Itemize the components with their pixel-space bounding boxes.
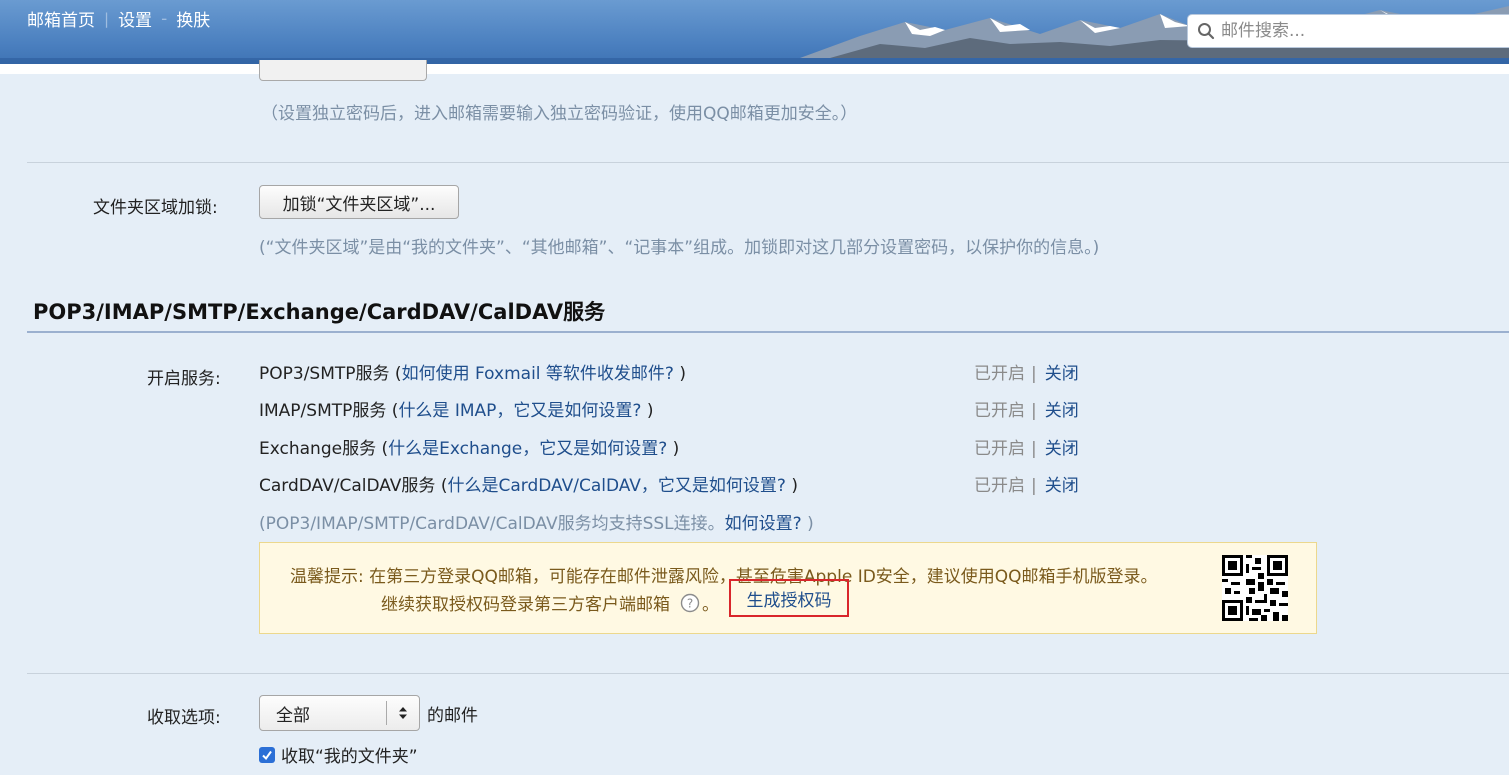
status-separator: |	[1031, 401, 1037, 421]
services-section-title: POP3/IMAP/SMTP/Exchange/CardDAV/CalDAV服务	[33, 300, 606, 324]
set-password-button[interactable]	[259, 60, 427, 81]
tip-authcode-text: 继续获取授权码登录第三方客户端邮箱	[381, 595, 670, 615]
nav-separator: |	[104, 9, 110, 28]
status-enabled-text: 已开启	[974, 476, 1025, 496]
folder-lock-label: 文件夹区域加锁:	[93, 198, 218, 218]
status-enabled-text: 已开启	[974, 364, 1025, 384]
checkbox-label: 收取“我的文件夹”	[281, 747, 418, 767]
nav-separator: -	[161, 8, 168, 29]
service-help-link[interactable]: 什么是 IMAP，它又是如何设置?	[398, 401, 641, 421]
paren: (	[376, 439, 389, 459]
nav-mail-home-link[interactable]: 邮箱首页	[27, 6, 95, 31]
service-help-link[interactable]: 如何使用 Foxmail 等软件收发邮件?	[402, 364, 674, 384]
enable-services-label: 开启服务:	[147, 369, 221, 389]
section-title-underline	[27, 331, 1509, 333]
nav-settings-link[interactable]: 设置	[118, 6, 152, 31]
receive-options-label: 收取选项:	[147, 708, 221, 728]
status-separator: |	[1031, 439, 1037, 459]
ssl-howto-link[interactable]: 如何设置?	[725, 514, 802, 534]
top-header: 邮箱首页 | 设置 - 换肤	[0, 0, 1509, 64]
folder-lock-hint: (“文件夹区域”是由“我的文件夹”、“其他邮箱”、“记事本”组成。加锁即对这几部…	[259, 238, 1100, 258]
security-tip-box: 温馨提示: 在第三方登录QQ邮箱，可能存在邮件泄露风险，甚至危害Apple ID…	[259, 542, 1317, 634]
service-status-pop3: 已开启 | 关闭	[974, 359, 1079, 384]
divider	[27, 673, 1509, 674]
mail-suffix-text: 的邮件	[427, 706, 478, 726]
ssl-note-text: (POP3/IMAP/SMTP/CardDAV/CalDAV服务均支持SSL连接…	[259, 514, 725, 534]
mail-search-box[interactable]	[1187, 14, 1509, 48]
service-name: IMAP/SMTP服务	[259, 401, 387, 421]
service-name: POP3/SMTP服务	[259, 364, 390, 384]
ssl-note: (POP3/IMAP/SMTP/CardDAV/CalDAV服务均支持SSL连接…	[259, 509, 814, 534]
service-help-link[interactable]: 什么是Exchange，它又是如何设置?	[388, 439, 667, 459]
service-row-exchange: Exchange服务 (什么是Exchange，它又是如何设置? )	[259, 434, 679, 459]
generate-auth-code-link[interactable]: 生成授权码	[729, 579, 849, 617]
header-nav: 邮箱首页 | 设置 - 换肤	[27, 6, 210, 32]
paren: )	[667, 439, 680, 459]
tip-period: 。	[702, 595, 719, 615]
service-row-imap: IMAP/SMTP服务 (什么是 IMAP，它又是如何设置? )	[259, 396, 653, 421]
checkmark-icon	[262, 750, 272, 760]
status-enabled-text: 已开启	[974, 401, 1025, 421]
question-mark-icon[interactable]: ?	[680, 593, 700, 613]
qr-code-image	[1222, 555, 1288, 621]
receive-scope-select[interactable]: 全部	[259, 695, 420, 731]
service-name: CardDAV/CalDAV服务	[259, 476, 436, 496]
password-hint: （设置独立密码后，进入邮箱需要输入独立密码验证，使用QQ邮箱更加安全。）	[261, 104, 858, 124]
disable-carddav-link[interactable]: 关闭	[1045, 476, 1079, 496]
paren: )	[673, 364, 686, 384]
service-status-imap: 已开启 | 关闭	[974, 396, 1079, 421]
search-icon	[1198, 23, 1215, 40]
tip-warning-text: 温馨提示: 在第三方登录QQ邮箱，可能存在邮件泄露风险，甚至危害Apple ID…	[290, 567, 1158, 587]
service-help-link[interactable]: 什么是CardDAV/CalDAV，它又是如何设置?	[447, 476, 785, 496]
service-row-pop3: POP3/SMTP服务 (如何使用 Foxmail 等软件收发邮件? )	[259, 359, 686, 384]
service-status-exchange: 已开启 | 关闭	[974, 434, 1079, 459]
service-name: Exchange服务	[259, 439, 377, 459]
status-separator: |	[1031, 364, 1037, 384]
status-enabled-text: 已开启	[974, 439, 1025, 459]
paren: )	[785, 476, 798, 496]
tip-authcode-row: 继续获取授权码登录第三方客户端邮箱 ? 。	[381, 590, 719, 615]
paren: (	[435, 476, 448, 496]
status-separator: |	[1031, 476, 1037, 496]
service-status-carddav: 已开启 | 关闭	[974, 471, 1079, 496]
disable-pop3-link[interactable]: 关闭	[1045, 364, 1079, 384]
service-row-carddav: CardDAV/CalDAV服务 (什么是CardDAV/CalDAV，它又是如…	[259, 471, 798, 496]
select-value: 全部	[276, 705, 310, 726]
paren: )	[801, 514, 814, 534]
paren: (	[386, 401, 399, 421]
svg-text:?: ?	[687, 596, 693, 610]
header-divider	[0, 64, 1509, 74]
lock-folder-area-button[interactable]: 加锁“文件夹区域”...	[259, 185, 459, 219]
nav-skin-link[interactable]: 换肤	[176, 6, 210, 31]
paren: )	[641, 401, 654, 421]
updown-arrows-icon	[387, 706, 419, 720]
divider	[27, 162, 1509, 163]
paren: (	[389, 364, 402, 384]
receive-my-folders-option: 收取“我的文件夹”	[259, 742, 418, 767]
search-input[interactable]	[1219, 20, 1503, 42]
disable-exchange-link[interactable]: 关闭	[1045, 439, 1079, 459]
receive-my-folders-checkbox[interactable]	[259, 746, 275, 763]
disable-imap-link[interactable]: 关闭	[1045, 401, 1079, 421]
